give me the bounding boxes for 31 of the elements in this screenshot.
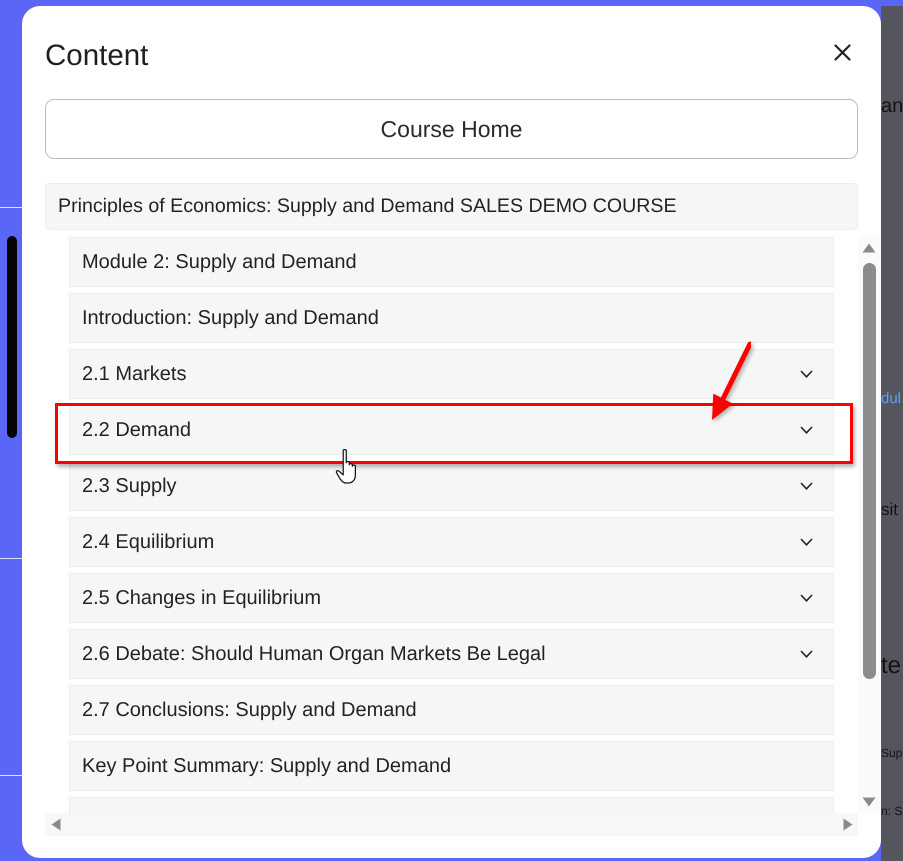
page-item[interactable]: Introduction: Supply and Demand bbox=[69, 293, 834, 343]
section-item[interactable]: 2.4 Equilibrium bbox=[69, 517, 834, 567]
section-item[interactable]: 2.2 Demand bbox=[69, 405, 834, 455]
chevron-down-icon[interactable] bbox=[800, 538, 813, 546]
scroll-up-icon[interactable] bbox=[862, 243, 876, 253]
background-text: an bbox=[881, 95, 903, 118]
background-text: Sup bbox=[881, 747, 902, 762]
background-text: sit bbox=[881, 500, 898, 520]
chevron-down-icon[interactable] bbox=[800, 426, 813, 434]
section-item[interactable]: 2.6 Debate: Should Human Organ Markets Be Legal bbox=[69, 629, 834, 679]
page-item[interactable]: Module 2: Supply and Demand bbox=[69, 237, 834, 287]
background-text: n: S bbox=[881, 805, 902, 819]
chevron-down-icon[interactable] bbox=[800, 370, 813, 378]
chevron-down-icon[interactable] bbox=[800, 482, 813, 490]
background-text: te bbox=[881, 652, 902, 680]
scroll-left-icon[interactable] bbox=[51, 818, 61, 831]
section-item[interactable]: 2.5 Changes in Equilibrium bbox=[69, 573, 834, 623]
page-item[interactable]: 2.7 Conclusions: Supply and Demand bbox=[69, 685, 834, 735]
course-title[interactable]: Principles of Economics: Supply and Demand SALES DEMO COURSE bbox=[45, 183, 858, 230]
background-text: dul bbox=[881, 390, 902, 408]
section-item[interactable]: 2.3 Supply bbox=[69, 461, 834, 511]
dialog-title: Content bbox=[45, 39, 148, 73]
scroll-right-icon[interactable] bbox=[843, 818, 853, 831]
chevron-down-icon[interactable] bbox=[800, 650, 813, 658]
close-icon bbox=[834, 44, 850, 60]
scrollbar-thumb[interactable] bbox=[862, 263, 876, 679]
scroll-down-icon[interactable] bbox=[862, 797, 876, 807]
page-item[interactable]: Key Point Summary: Supply and Demand bbox=[69, 741, 834, 791]
chevron-down-icon[interactable] bbox=[800, 594, 813, 602]
course-home-button[interactable]: Course Home bbox=[45, 99, 858, 159]
section-item[interactable]: 2.1 Markets bbox=[69, 349, 834, 399]
